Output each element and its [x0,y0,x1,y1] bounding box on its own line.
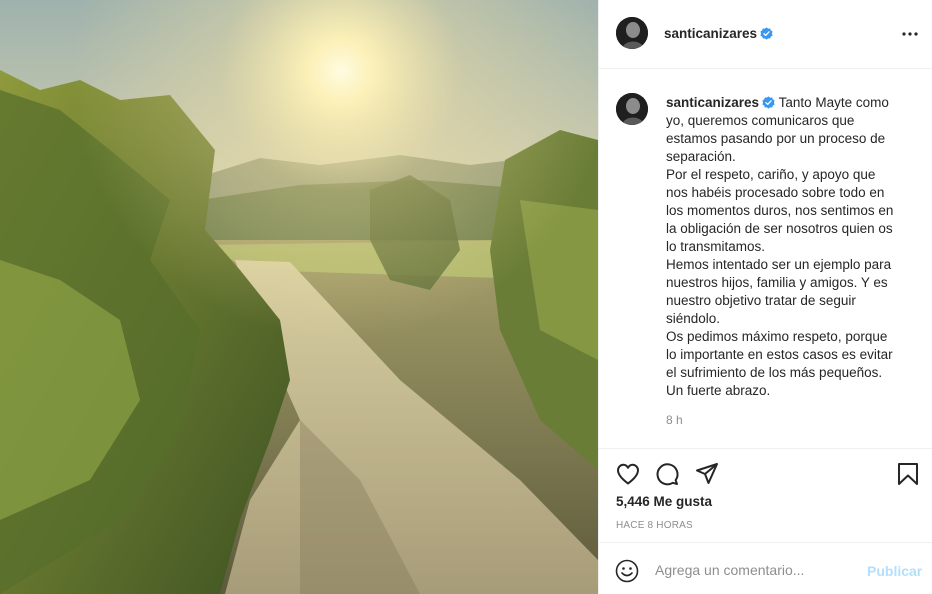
caption-line: el sufrimiento de los más pequeños. [666,365,883,380]
caption-line: lo importante en estos casos es evitar [666,347,893,362]
author-username[interactable]: santicanizares [664,26,773,41]
caption-timestamp[interactable]: 8 h [666,413,683,427]
post-caption: santicanizares Tanto Mayte como yo, quer… [599,69,932,449]
verified-badge-icon [762,96,775,109]
publish-button[interactable]: Publicar [867,563,922,579]
caption-line: yo, queremos comunicaros que [666,113,855,128]
author-avatar[interactable] [616,17,648,49]
caption-line: la obligación de ser nosotros quien os [666,221,893,236]
caption-line: estamos pasando por un proceso de [666,131,886,146]
post-time: HACE 8 HORAS [616,520,693,531]
heart-icon[interactable] [615,461,641,487]
comment-bar: Publicar [599,542,932,594]
post-header: santicanizares [599,0,932,69]
comment-input[interactable] [655,559,855,581]
caption-author-avatar[interactable] [616,93,648,125]
caption-line: separación. [666,149,736,164]
caption-line: Por el respeto, cariño, y apoyo que [666,167,876,182]
caption-line-text: Tanto Mayte como [775,95,889,110]
caption-username[interactable]: santicanizares [666,95,759,110]
caption-text: santicanizares Tanto Mayte como yo, quer… [666,94,916,400]
caption-line: nos habéis procesado sobre todo en [666,185,885,200]
bookmark-icon[interactable] [895,461,921,487]
share-icon[interactable] [694,461,720,487]
caption-line: siéndolo. [666,311,721,326]
emoji-icon[interactable] [615,559,639,583]
post-details-panel: santicanizares santicanizares Tanto Mayt… [598,0,932,594]
post-photo[interactable] [0,0,598,594]
verified-badge-icon [760,27,773,40]
caption-line: los momentos duros, nos sentimos en [666,203,894,218]
like-count[interactable]: 5,446 Me gusta [616,494,712,509]
author-username-text[interactable]: santicanizares [664,26,757,41]
landscape-photo-image [0,0,598,594]
caption-line: Hemos intentado ser un ejemplo para [666,257,892,272]
caption-line: santicanizares Tanto Mayte como [666,94,916,112]
post-actions [599,449,932,499]
caption-line: lo transmitamos. [666,239,766,254]
comment-icon[interactable] [654,461,680,487]
caption-line: nuestros hijos, familia y amigos. Y es [666,275,888,290]
caption-line: Os pedimos máximo respeto, porque [666,329,888,344]
caption-line: Un fuerte abrazo. [666,383,771,398]
more-options-icon[interactable] [901,25,919,43]
caption-line: nuestro objetivo tratar de seguir [666,293,856,308]
